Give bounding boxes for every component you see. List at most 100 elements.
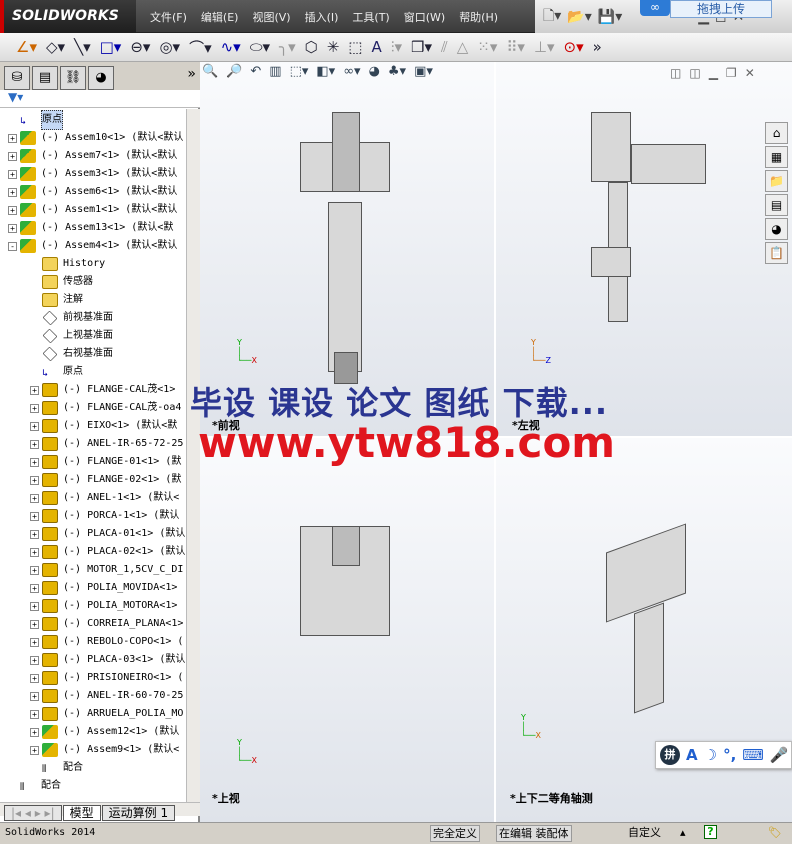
tree-item[interactable]: + (-) ANEL-IR-60-70-25 <box>30 687 183 705</box>
tree-item[interactable]: + (-) Assem6<1> (默认<默认 <box>8 183 177 201</box>
viewport-close-icon[interactable]: ✕ <box>745 66 755 80</box>
tree-item[interactable]: 传感器 <box>30 273 93 291</box>
tree-item[interactable]: History <box>30 255 105 273</box>
expand-icon[interactable]: + <box>30 493 39 503</box>
tree-item[interactable]: + (-) CORREIA_PLANA<1> <box>30 615 183 633</box>
tree-item[interactable]: 前视基准面 <box>30 309 113 327</box>
units-arrow-icon[interactable]: ▴ <box>680 823 686 843</box>
design-library-icon[interactable]: ▦ <box>765 146 788 168</box>
trim-icon[interactable]: ⫽ <box>441 38 448 56</box>
viewport-minimize-icon[interactable]: ▁ <box>709 66 718 80</box>
tree-item[interactable]: + (-) Assem10<1> (默认<默认 <box>8 129 183 147</box>
units-button[interactable]: 自定义 <box>628 823 661 843</box>
tab-nav-arrows[interactable]: |◂ ◂ ▸ ▸| <box>4 805 62 821</box>
tree-item[interactable]: - (-) Assem4<1> (默认<默认 <box>8 237 177 255</box>
more-icon[interactable]: » <box>593 38 602 56</box>
tab-motion-study[interactable]: 运动算例 1 <box>101 805 176 821</box>
expand-icon[interactable]: + <box>30 745 39 755</box>
file-explorer-icon[interactable]: 📁 <box>765 170 788 192</box>
zoom-fit-icon[interactable]: 🔍 <box>202 64 218 88</box>
menu-file[interactable]: 文件(F) <box>150 0 187 33</box>
upload-button[interactable]: 拖拽上传 <box>670 0 772 18</box>
upload-icon[interactable]: ∞ <box>640 0 670 16</box>
ime-punctuation-icon[interactable]: °, <box>723 746 736 764</box>
mirror-icon[interactable]: ⫶▾ <box>391 38 402 56</box>
tree-item[interactable]: 上视基准面 <box>30 327 113 345</box>
repair-icon[interactable]: ⊙▾ <box>564 38 584 56</box>
tree-item[interactable]: + (-) POLIA_MOTORA<1> <box>30 597 177 615</box>
tree-item[interactable]: 右视基准面 <box>30 345 113 363</box>
ime-keyboard-icon[interactable]: ⌨ <box>742 746 764 764</box>
ime-fullwidth-icon[interactable]: ☽ <box>704 746 717 764</box>
menu-view[interactable]: 视图(V) <box>252 0 290 33</box>
line-icon[interactable]: ╲▾ <box>74 38 91 56</box>
expand-icon[interactable]: + <box>8 205 17 215</box>
configuration-manager-icon[interactable]: ⛓ <box>60 66 86 90</box>
tree-item[interactable]: + (-) EIXO<1> (默认<默 <box>30 417 177 435</box>
text-icon[interactable]: A <box>371 38 381 56</box>
tree-item[interactable]: + (-) Assem12<1> (默认 <box>30 723 179 741</box>
tree-item[interactable]: + (-) ANEL-IR-65-72-25 <box>30 435 183 453</box>
pattern-icon[interactable]: ⁙▾ <box>477 38 497 56</box>
move-icon[interactable]: ⠿▾ <box>506 38 525 56</box>
slot-icon[interactable]: ⊖▾ <box>130 38 150 56</box>
zoom-area-icon[interactable]: 🔎 <box>226 64 242 88</box>
tree-item[interactable]: ⫴ 配合 <box>8 777 61 795</box>
tree-item[interactable]: ↳ 原点 <box>30 363 83 381</box>
menu-tools[interactable]: 工具(T) <box>352 0 389 33</box>
expand-icon[interactable]: + <box>8 151 17 161</box>
point-icon[interactable]: ✳ <box>327 38 340 56</box>
view-settings-icon[interactable]: ▣▾ <box>414 64 433 88</box>
previous-view-icon[interactable]: ↶ <box>250 64 261 88</box>
ime-logo-icon[interactable]: 拼 <box>660 745 680 765</box>
tree-item[interactable]: + (-) REBOLO-COPO<1> ( <box>30 633 183 651</box>
menu-edit[interactable]: 编辑(E) <box>201 0 239 33</box>
expand-icon[interactable]: + <box>30 529 39 539</box>
expand-icon[interactable]: + <box>30 727 39 737</box>
fillet-icon[interactable]: ╮▾ <box>279 38 296 56</box>
tree-item[interactable]: ↳ 原点 <box>8 110 63 130</box>
viewport-restore-icon[interactable]: ❐ <box>726 66 737 80</box>
tree-item[interactable]: + (-) Assem1<1> (默认<默认 <box>8 201 177 219</box>
tree-item[interactable]: + (-) PORCA-1<1> (默认 <box>30 507 179 525</box>
menu-help[interactable]: 帮助(H) <box>459 0 498 33</box>
expand-icon[interactable]: + <box>30 673 39 683</box>
tree-item[interactable]: + (-) FLANGE-02<1> (默 <box>30 471 181 489</box>
hide-show-icon[interactable]: ∞▾ <box>343 64 360 88</box>
expand-icon[interactable]: + <box>30 601 39 611</box>
feature-manager-icon[interactable]: ⛁ <box>4 66 30 90</box>
tree-item[interactable]: + (-) ANEL-1<1> (默认< <box>30 489 179 507</box>
smart-dimension-icon[interactable]: ◇▾ <box>46 38 65 56</box>
expand-icon[interactable]: + <box>30 421 39 431</box>
tree-item[interactable]: + (-) Assem9<1> (默认< <box>30 741 179 759</box>
arc-icon[interactable]: ⌒▾ <box>189 37 212 58</box>
expand-icon[interactable]: + <box>30 619 39 629</box>
display-style-icon[interactable]: ◧▾ <box>316 64 335 88</box>
sketch-icon[interactable]: ∠▾ <box>16 38 37 56</box>
tree-item[interactable]: + (-) PRISIONEIRO<1> ( <box>30 669 183 687</box>
view-orientation-icon[interactable]: ⬚▾ <box>290 64 309 88</box>
open-icon[interactable]: 📂▾ <box>567 9 591 25</box>
spline-icon[interactable]: ∿▾ <box>221 38 241 56</box>
tree-item[interactable]: + (-) FLANGE-CAL茂-oa4 <box>30 399 181 417</box>
polygon-icon[interactable]: ⬡ <box>305 38 318 56</box>
expand-icon[interactable]: + <box>30 709 39 719</box>
expand-icon[interactable]: + <box>8 187 17 197</box>
viewport-top[interactable]: Y │ └──X *上视 <box>200 438 494 822</box>
ime-mode-icon[interactable]: A <box>686 746 698 764</box>
tree-item[interactable]: + (-) POLIA_MOVIDA<1> <box>30 579 177 597</box>
menu-insert[interactable]: 插入(I) <box>305 0 339 33</box>
expand-icon[interactable]: + <box>30 547 39 557</box>
expand-icon[interactable]: + <box>30 655 39 665</box>
rectangle-icon[interactable]: □▾ <box>100 38 122 56</box>
section-view-icon[interactable]: ▥ <box>269 64 281 88</box>
scene-icon[interactable]: ♣▾ <box>388 64 406 88</box>
expand-icon[interactable]: + <box>8 133 17 143</box>
expand-icon[interactable]: + <box>8 223 17 233</box>
tag-icon[interactable]: 🏷 <box>768 823 782 843</box>
ellipse-icon[interactable]: ⬭▾ <box>250 38 270 56</box>
help-icon[interactable]: ? <box>704 825 717 839</box>
expand-icon[interactable]: + <box>30 457 39 467</box>
offset-icon[interactable]: ❒▾ <box>411 38 432 56</box>
tree-item[interactable]: + (-) FLANGE-CAL茂<1> <box>30 381 175 399</box>
